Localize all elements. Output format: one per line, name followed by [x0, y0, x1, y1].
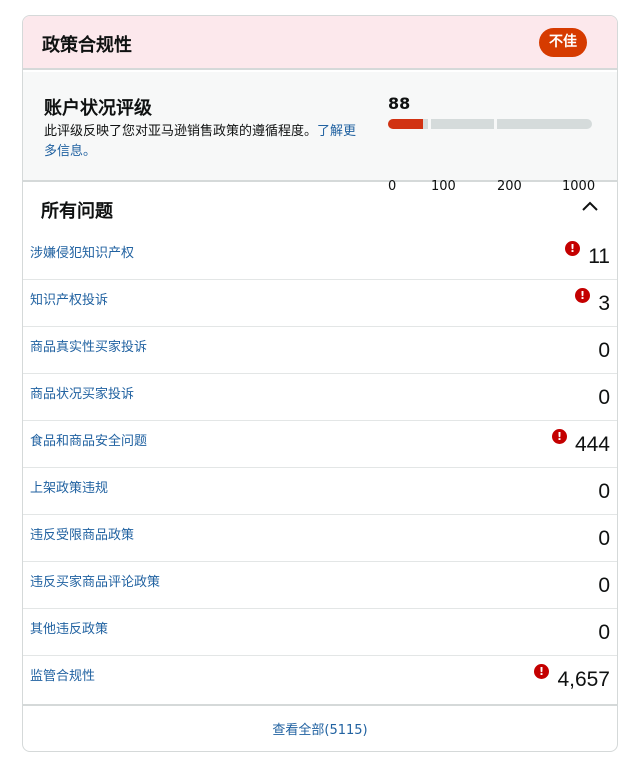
status-badge: 不佳 [539, 28, 587, 57]
issue-label-link[interactable]: 食品和商品安全问题 [30, 430, 147, 449]
alert-icon: ! [565, 241, 580, 256]
meter-segment-100-200 [431, 119, 494, 129]
rating-score: 88 [388, 94, 411, 113]
issue-row: 食品和商品安全问题 444! [23, 421, 617, 468]
issue-count: 0 [598, 621, 610, 644]
issue-label-link[interactable]: 上架政策违规 [30, 477, 108, 496]
meter-segment-0-100 [388, 119, 428, 129]
issue-label-link[interactable]: 商品真实性买家投诉 [30, 336, 147, 355]
chevron-up-icon[interactable] [581, 199, 599, 213]
rating-description-text: 此评级反映了您对亚马逊销售政策的遵循程度。 [44, 124, 318, 139]
issue-count: 0 [598, 339, 610, 362]
issue-row: 上架政策违规 0 [23, 468, 617, 515]
issue-label-link[interactable]: 涉嫌侵犯知识产权 [30, 242, 134, 261]
issue-count: 0 [598, 574, 610, 597]
issue-count: 3 [598, 292, 610, 315]
issue-row: 商品真实性买家投诉 0 [23, 327, 617, 374]
rating-description: 此评级反映了您对亚马逊销售政策的遵循程度。了解更多信息。 [44, 122, 364, 162]
card-header: 政策合规性 不佳 [23, 16, 617, 70]
issue-row: 违反买家商品评论政策 0 [23, 562, 617, 609]
issue-count: 0 [598, 527, 610, 550]
issue-count: 4,657 [557, 668, 610, 691]
issue-row: 违反受限商品政策 0 [23, 515, 617, 562]
issue-label-link[interactable]: 监管合规性 [30, 665, 95, 684]
account-health-rating: 账户状况评级 此评级反映了您对亚马逊销售政策的遵循程度。了解更多信息。 88 0… [23, 72, 617, 194]
alert-icon: ! [575, 288, 590, 303]
alert-icon: ! [552, 429, 567, 444]
issue-list: 涉嫌侵犯知识产权 11! 知识产权投诉 3! 商品真实性买家投诉 0 商品状况买家投诉 0 食品… [23, 233, 617, 706]
issue-count: 11 [588, 245, 610, 268]
issue-label-link[interactable]: 违反受限商品政策 [30, 524, 134, 543]
meter-segment-200-1000 [497, 119, 592, 129]
issue-row: 监管合规性 4,657! [23, 656, 617, 706]
card-footer: 查看全部(5115) [23, 707, 617, 751]
alert-icon: ! [534, 664, 549, 679]
card-title: 政策合规性 [42, 35, 132, 56]
issue-row: 商品状况买家投诉 0 [23, 374, 617, 421]
issue-count: 444 [574, 433, 610, 456]
issue-row: 其他违反政策 0 [23, 609, 617, 656]
issue-count: 0 [598, 386, 610, 409]
issue-row: 知识产权投诉 3! [23, 280, 617, 327]
policy-compliance-card: 政策合规性 不佳 账户状况评级 此评级反映了您对亚马逊销售政策的遵循程度。了解更… [22, 15, 618, 752]
all-issues-title: 所有问题 [41, 201, 113, 222]
all-issues-header[interactable]: 所有问题 [23, 184, 617, 232]
rating-title: 账户状况评级 [44, 98, 152, 119]
issue-count: 0 [598, 480, 610, 503]
issue-label-link[interactable]: 知识产权投诉 [30, 289, 108, 308]
issue-label-link[interactable]: 其他违反政策 [30, 618, 108, 637]
issue-label-link[interactable]: 商品状况买家投诉 [30, 383, 134, 402]
rating-meter: 0 100 200 1000 [388, 119, 595, 194]
view-all-link[interactable]: 查看全部(5115) [272, 719, 367, 738]
issue-label-link[interactable]: 违反买家商品评论政策 [30, 571, 160, 590]
meter-fill [388, 119, 423, 129]
issue-row: 涉嫌侵犯知识产权 11! [23, 233, 617, 280]
